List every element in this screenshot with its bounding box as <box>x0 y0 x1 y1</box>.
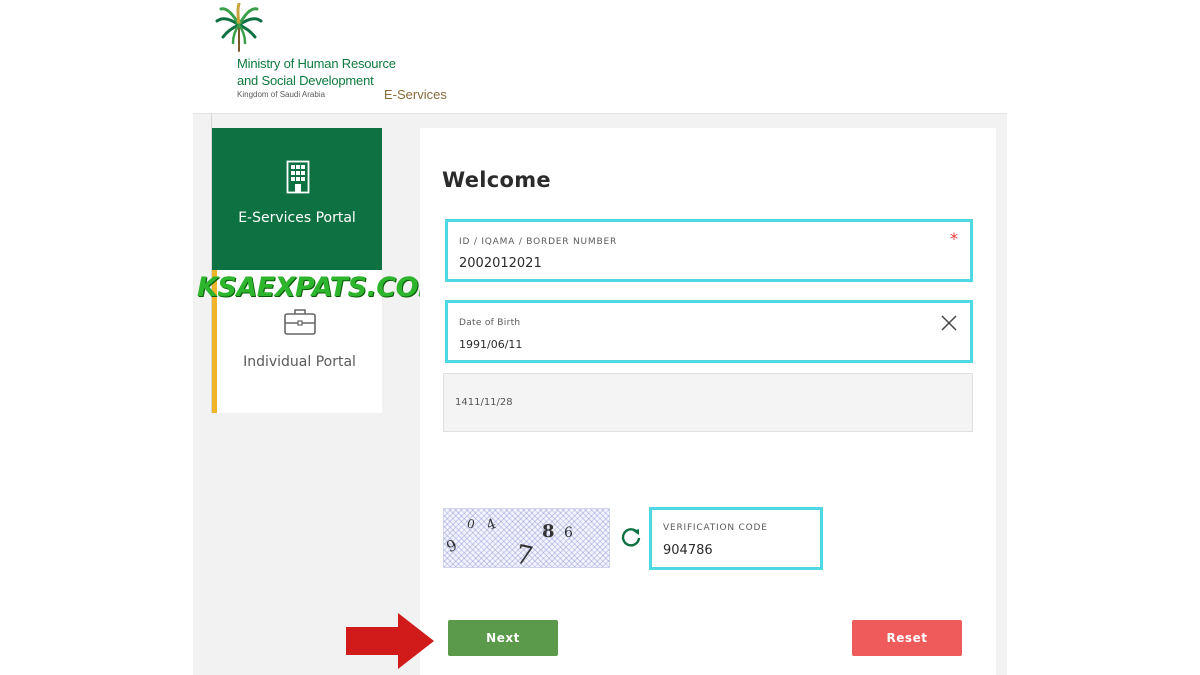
logo-line-3: Kingdom of Saudi Arabia <box>237 90 326 99</box>
sidebar-item-label: E-Services Portal <box>238 210 356 226</box>
close-icon[interactable] <box>940 314 958 332</box>
date-of-birth-field[interactable]: Date of Birth 1991/06/11 <box>445 300 973 363</box>
verification-field-label: VERIFICATION CODE <box>663 523 768 533</box>
palm-tree-logo-icon <box>215 3 263 52</box>
captcha-char: 7 <box>513 539 536 573</box>
captcha-char: 4 <box>484 515 499 535</box>
logo-line-2: and Social Development <box>237 73 374 88</box>
captcha-image: 9 0 4 7 8 6 <box>443 508 610 572</box>
id-field-value[interactable]: 2002012021 <box>459 256 542 271</box>
building-icon <box>286 160 310 194</box>
next-button[interactable]: Next <box>448 620 558 656</box>
logo-line-1: Ministry of Human Resource <box>237 56 396 71</box>
captcha-char: 8 <box>542 521 555 542</box>
dob-field-value[interactable]: 1991/06/11 <box>459 338 522 351</box>
verification-field-value[interactable]: 904786 <box>663 543 713 558</box>
verification-code-field[interactable]: VERIFICATION CODE 904786 <box>649 507 823 570</box>
eservices-label: E-Services <box>384 87 447 102</box>
id-iqama-field[interactable]: ID / IQAMA / BORDER NUMBER 2002012021 * <box>445 219 973 282</box>
hijri-date-field: 1411/11/28 <box>443 373 973 432</box>
watermark-text: KSAEXPATS.COM <box>197 272 445 303</box>
red-arrow-annotation-icon <box>346 613 434 669</box>
captcha-char: 6 <box>564 525 573 541</box>
briefcase-icon <box>284 309 316 335</box>
captcha-char: 9 <box>443 535 460 557</box>
sidebar-item-label: Individual Portal <box>243 354 356 370</box>
dob-field-label: Date of Birth <box>459 318 521 328</box>
hijri-date-value: 1411/11/28 <box>455 397 513 408</box>
required-asterisk: * <box>950 229 958 248</box>
ministry-logo-text: Ministry of Human Resource and Social De… <box>237 55 396 99</box>
reset-button[interactable]: Reset <box>852 620 962 656</box>
page-title: Welcome <box>442 168 551 192</box>
sidebar-item-eservices-portal[interactable]: E-Services Portal <box>212 128 382 270</box>
captcha-char: 0 <box>465 516 477 532</box>
refresh-icon[interactable] <box>620 526 642 548</box>
login-form-panel: Welcome ID / IQAMA / BORDER NUMBER 20020… <box>420 128 996 675</box>
id-field-label: ID / IQAMA / BORDER NUMBER <box>459 237 617 247</box>
header: Ministry of Human Resource and Social De… <box>193 0 1007 114</box>
